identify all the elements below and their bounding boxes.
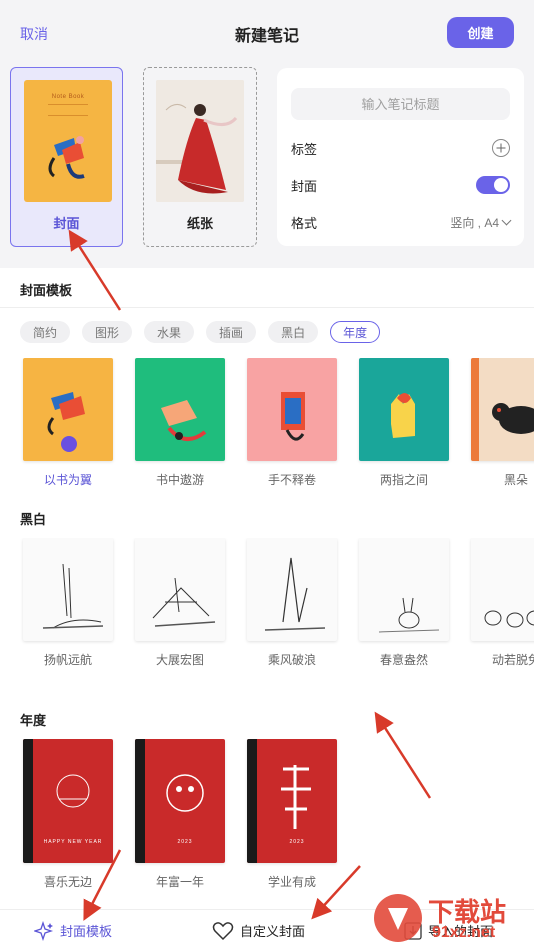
template-thumb — [247, 538, 337, 641]
template-row-illustration: 以书为翼 书中遨游 手不释卷 两指之间 黑朵 — [0, 358, 534, 498]
tags-row: 标签 — [291, 137, 510, 159]
paper-card-label: 纸张 — [186, 216, 213, 231]
note-title-input[interactable] — [291, 88, 510, 120]
template-item[interactable]: 以书为翼 — [23, 358, 113, 488]
format-row: 格式 竖向 , A4 — [291, 211, 512, 233]
reader-illustration — [47, 392, 85, 452]
template-thumb — [135, 358, 225, 461]
cover-row: 封面 — [291, 174, 510, 196]
template-label: 以书为翼 — [43, 473, 92, 487]
template-label: 乘风破浪 — [267, 653, 316, 667]
heart-icon — [212, 921, 234, 940]
fingers-illustration — [391, 393, 415, 438]
template-thumb — [135, 538, 225, 641]
chip-bw[interactable]: 黑白 — [268, 321, 319, 343]
chevron-down-icon — [501, 215, 512, 225]
templates-section-title: 封面模板 — [20, 283, 73, 298]
template-item[interactable]: 2023 学业有成 — [247, 739, 337, 889]
year-small-text: HAPPY NEW YEAR — [43, 839, 103, 845]
format-label: 格式 — [291, 215, 318, 231]
template-item[interactable]: 黑朵 — [471, 358, 534, 488]
tab-cover-templates-label: 封面模板 — [60, 924, 113, 939]
tab-cover-templates[interactable]: 封面模板 — [34, 910, 112, 950]
paper-card[interactable]: 纸张 — [143, 67, 257, 247]
watermark-url: 91xz.net — [432, 924, 496, 941]
template-item[interactable]: 2023 年富一年 — [135, 739, 225, 889]
template-thumb — [359, 358, 449, 461]
reader-illustration — [48, 136, 85, 179]
tags-label: 标签 — [291, 141, 318, 157]
template-thumb: 2023 — [135, 739, 225, 863]
template-thumb — [23, 538, 113, 641]
year-small-text: 2023 — [289, 839, 305, 845]
template-item[interactable]: 动若脱兔 — [471, 538, 534, 668]
book-hand-illustration — [281, 392, 305, 441]
divider — [0, 307, 534, 308]
template-item[interactable]: 手不释卷 — [247, 358, 337, 488]
year-section-title: 年度 — [20, 713, 47, 728]
chip-fruit[interactable]: 水果 — [144, 321, 195, 343]
sparkle-icon — [34, 920, 54, 941]
add-tag-icon[interactable] — [492, 139, 510, 157]
template-row-bw: 扬帆远航 大展宏图 乘风破浪 春意盎然 动若脱兔 — [0, 538, 534, 678]
chip-year[interactable]: 年度 — [330, 321, 381, 343]
watermark: 下载站 91xz.net — [370, 888, 530, 948]
template-thumb — [23, 358, 113, 461]
create-button[interactable]: 创建 — [447, 17, 514, 48]
template-thumb — [471, 538, 534, 641]
template-label: 两指之间 — [379, 473, 428, 487]
template-label: 黑朵 — [503, 473, 528, 487]
template-thumb: 2023 — [247, 739, 337, 863]
template-item[interactable]: 春意盎然 — [359, 538, 449, 668]
paper-thumbnail — [156, 80, 244, 202]
cover-card-label: 封面 — [53, 216, 80, 231]
black-cat-illustration — [471, 358, 534, 461]
cover-toggle-label: 封面 — [291, 178, 318, 194]
template-label: 喜乐无边 — [43, 875, 92, 889]
template-item[interactable]: 两指之间 — [359, 358, 449, 488]
cover-toggle[interactable] — [476, 176, 510, 194]
template-label: 手不释卷 — [267, 473, 316, 487]
sketch-tower-illustration — [42, 563, 104, 629]
template-item[interactable]: 大展宏图 — [135, 538, 225, 668]
sketch-rabbit-illustration — [378, 597, 440, 633]
template-thumb — [359, 538, 449, 641]
template-label: 动若脱兔 — [491, 653, 534, 667]
format-select[interactable]: 竖向 , A4 — [450, 214, 512, 231]
bw-section-title: 黑白 — [20, 512, 47, 527]
template-thumb — [247, 358, 337, 461]
chip-simple[interactable]: 简约 — [20, 321, 71, 343]
template-item[interactable]: 乘风破浪 — [247, 538, 337, 668]
format-value: 竖向 , A4 — [450, 215, 499, 230]
chip-illustration[interactable]: 插画 — [206, 321, 257, 343]
book-swim-illustration — [161, 400, 207, 441]
cover-card[interactable]: Note Book 封面 — [10, 67, 123, 247]
chip-shape[interactable]: 图形 — [82, 321, 133, 343]
lady-illustration — [156, 80, 244, 202]
template-filter-chips: 简约 图形 水果 插画 黑白 年度 — [20, 321, 381, 343]
template-item[interactable]: HAPPY NEW YEAR 喜乐无边 — [23, 739, 113, 889]
template-label: 学业有成 — [267, 875, 316, 889]
year-small-text: 2023 — [177, 839, 193, 845]
tab-custom-cover-label: 自定义封面 — [240, 924, 306, 939]
template-label: 春意盎然 — [379, 653, 428, 667]
sketch-sail-illustration — [264, 557, 326, 631]
template-item[interactable]: 扬帆远航 — [23, 538, 113, 668]
sketch-bridge-illustration — [152, 577, 216, 627]
sketch-rabbits-illustration — [484, 610, 534, 628]
template-label: 年富一年 — [155, 875, 204, 889]
template-row-year: HAPPY NEW YEAR 喜乐无边 2023 年富一年 2023 学业有成 — [0, 739, 534, 889]
template-label: 书中遨游 — [155, 473, 204, 487]
template-label: 扬帆远航 — [43, 653, 92, 667]
template-thumb: HAPPY NEW YEAR — [23, 739, 113, 863]
template-label: 大展宏图 — [155, 653, 204, 667]
note-settings-panel: 标签 封面 格式 竖向 , A4 — [277, 68, 524, 246]
template-item[interactable]: 书中遨游 — [135, 358, 225, 488]
tab-custom-cover[interactable]: 自定义封面 — [212, 910, 305, 950]
template-thumb — [471, 358, 534, 461]
cover-thumbnail: Note Book — [24, 80, 112, 202]
